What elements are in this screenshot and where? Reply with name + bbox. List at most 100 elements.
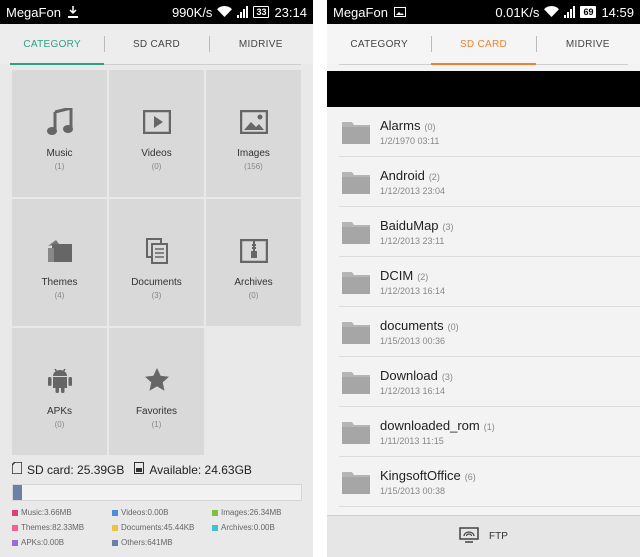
- folder-count: (3): [441, 371, 453, 382]
- category-label: Images: [237, 148, 270, 159]
- legend-item: Videos:0.00B: [112, 508, 212, 517]
- music-note-icon: [46, 106, 73, 138]
- folder-icon: [342, 221, 370, 244]
- clock: 23:14: [274, 4, 307, 20]
- folder-count: (2): [428, 171, 440, 182]
- ftp-monitor-icon: [459, 526, 479, 547]
- folder-count: (3): [442, 221, 454, 232]
- star-icon: [144, 364, 170, 396]
- clock: 14:59: [601, 4, 634, 20]
- available-size: Available: 24.63GB: [149, 462, 252, 477]
- archive-zip-icon: [239, 235, 268, 267]
- ftp-button[interactable]: FTP: [327, 515, 640, 557]
- legend-item: Images:26.34MB: [212, 508, 302, 517]
- download-icon: [67, 6, 79, 18]
- folder-date: 1/15/2013 00:38: [380, 485, 446, 496]
- path-bar[interactable]: [327, 71, 640, 107]
- legend-swatch: [12, 509, 18, 516]
- legend-item: Archives:0.00B: [212, 523, 302, 532]
- category-themes[interactable]: Themes (4): [12, 199, 107, 326]
- folder-icon: [342, 421, 370, 444]
- sd-card-size: SD card: 25.39GB: [27, 462, 125, 477]
- image-icon: [239, 106, 268, 138]
- screen-divider: [313, 0, 327, 557]
- list-item[interactable]: documents (0) 1/15/2013 00:36: [339, 307, 640, 357]
- tab-midrive[interactable]: MIDRIVE: [535, 24, 640, 64]
- list-item[interactable]: Android (2) 1/12/2013 23:04: [339, 157, 640, 207]
- legend-swatch: [212, 509, 218, 516]
- sd-card-screen: MegaFon 0.01K/s 69 14:59 CATEGORY SD CAR…: [327, 0, 640, 557]
- category-count: (1): [54, 162, 65, 171]
- sd-card-icon: [11, 461, 23, 477]
- tab-sd-card[interactable]: SD CARD: [104, 24, 208, 64]
- list-item[interactable]: Download (3) 1/12/2013 16:14: [339, 357, 640, 407]
- tab-bar: CATEGORY SD CARD MIDRIVE: [0, 24, 313, 65]
- available-icon: [134, 462, 145, 477]
- status-bar: MegaFon 990K/s 33 23:14: [0, 0, 313, 24]
- folder-date: 1/2/1970 03:11: [380, 135, 440, 146]
- folder-date: 1/12/2013 23:04: [380, 185, 446, 196]
- category-videos[interactable]: Videos (0): [109, 70, 204, 197]
- signal-icon: [564, 6, 576, 18]
- category-count: (3): [151, 291, 162, 300]
- folder-date: 1/12/2013 23:11: [380, 235, 445, 246]
- folder-icon: [342, 321, 370, 344]
- category-label: Documents: [131, 277, 182, 288]
- tab-category[interactable]: CATEGORY: [0, 24, 105, 65]
- category-label: Themes: [41, 277, 78, 288]
- folder-name: BaiduMap: [380, 217, 439, 233]
- legend-item: Others:641MB: [112, 538, 212, 547]
- storage-usage-bar: [12, 484, 302, 501]
- list-item[interactable]: downloaded_rom (1) 1/11/2013 11:15: [339, 407, 640, 457]
- storage-legend: Music:3.66MB Videos:0.00B Images:26.34MB…: [12, 508, 302, 547]
- legend-swatch: [212, 524, 218, 531]
- folder-count: (6): [464, 471, 476, 482]
- legend-swatch: [12, 539, 18, 546]
- wifi-icon: [217, 5, 233, 20]
- network-speed: 0.01K/s: [495, 4, 540, 20]
- folder-name: Alarms: [380, 117, 421, 133]
- category-favorites[interactable]: Favorites (1): [109, 328, 204, 455]
- screenshot-icon: [393, 6, 406, 18]
- folder-icon: [342, 271, 370, 294]
- folder-date: 1/12/2013 16:14: [380, 385, 446, 396]
- wifi-icon: [544, 5, 560, 20]
- category-label: Archives: [234, 277, 273, 288]
- list-item[interactable]: Alarms (0) 1/2/1970 03:11: [339, 107, 640, 157]
- tab-bar: CATEGORY SD CARD MIDRIVE: [327, 24, 640, 65]
- folder-icon: [342, 171, 370, 194]
- category-screen: MegaFon 990K/s 33 23:14 CATEGORY SD CARD…: [0, 0, 313, 557]
- storage-info: SD card: 25.39GB Available: 24.63GB: [11, 461, 302, 477]
- list-item[interactable]: BaiduMap (3) 1/12/2013 23:11: [339, 207, 640, 257]
- legend-swatch: [112, 524, 118, 531]
- tab-category[interactable]: CATEGORY: [327, 24, 431, 64]
- category-label: Music: [46, 148, 73, 159]
- folder-name: Android: [380, 167, 425, 183]
- category-music[interactable]: Music (1): [12, 70, 107, 197]
- android-robot-icon: [46, 364, 74, 396]
- legend-item: Music:3.66MB: [12, 508, 112, 517]
- list-item[interactable]: DCIM (2) 1/12/2013 16:14: [339, 257, 640, 307]
- legend-swatch: [12, 524, 18, 531]
- folder-date: 1/15/2013 00:36: [380, 335, 446, 346]
- folder-date: 1/12/2013 16:14: [380, 285, 446, 296]
- category-label: Videos: [141, 148, 172, 159]
- category-label: Favorites: [135, 406, 178, 417]
- battery-icon: 33: [253, 6, 270, 18]
- folder-icon: [342, 471, 370, 494]
- category-grid: Music (1) Videos (0) Images (156) Themes…: [12, 70, 302, 455]
- category-count: (1): [151, 420, 162, 429]
- folder-name: downloaded_rom: [380, 417, 480, 433]
- category-documents[interactable]: Documents (3): [109, 199, 204, 326]
- storage-usage-fill: [13, 485, 22, 500]
- category-archives[interactable]: Archives (0): [206, 199, 301, 326]
- folder-name: documents: [380, 317, 444, 333]
- category-apks[interactable]: APKs (0): [12, 328, 107, 455]
- tab-midrive[interactable]: MIDRIVE: [208, 24, 313, 64]
- status-bar: MegaFon 0.01K/s 69 14:59: [327, 0, 640, 24]
- tab-sd-card[interactable]: SD CARD: [431, 24, 536, 65]
- list-item[interactable]: KingsoftOffice (6) 1/15/2013 00:38: [339, 457, 640, 507]
- folder-list: Alarms (0) 1/2/1970 03:11 Android (2) 1/12/2…: [339, 107, 640, 507]
- folder-icon: [342, 371, 370, 394]
- category-images[interactable]: Images (156): [206, 70, 301, 197]
